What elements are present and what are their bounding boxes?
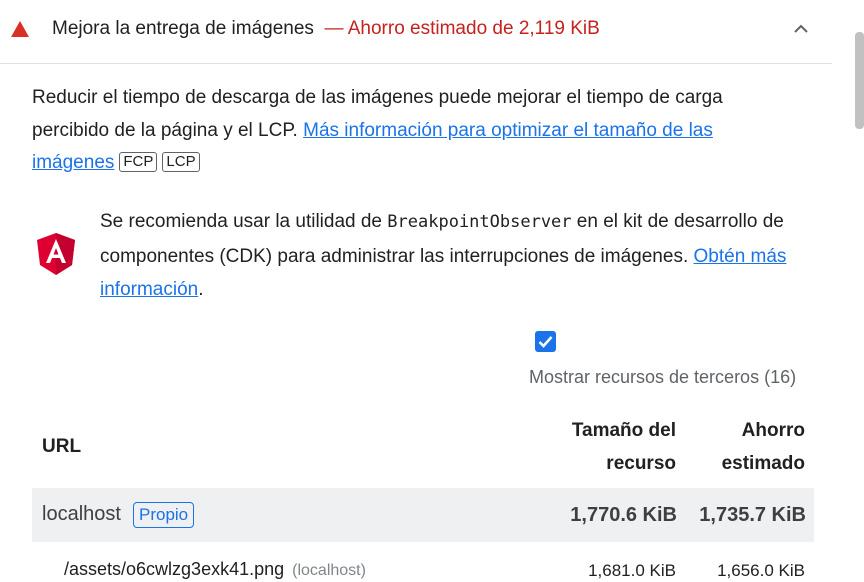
group-savings: 1,735.7 KiB [699,504,806,526]
resource-size: 1,681.0 KiB [588,561,676,580]
audit-savings: — Ahorro estimado de 2,119 KiB [324,18,600,39]
first-party-badge: Propio [133,502,195,528]
column-header-url: URL [42,436,82,457]
audit-title-text: Mejora la entrega de imágenes [52,18,314,39]
angular-icon [37,233,75,275]
metric-tag-lcp[interactable]: LCP [162,152,200,172]
resource-path[interactable]: /assets/o6cwlzg3exk41.png [64,559,284,579]
third-party-checkbox[interactable] [535,331,556,352]
column-header-savings: Ahorro estimado [690,414,805,480]
resource-url[interactable]: /assets/o6cwlzg3exk41.png (localhost) [64,559,366,580]
audit-header[interactable]: Mejora la entrega de imágenes — Ahorro e… [0,0,832,64]
size-header-line2: recurso [606,453,676,474]
checkmark-icon [538,336,553,348]
stack-text-before: Se recomienda usar la utilidad de [100,211,388,232]
savings-header-line2: estimado [721,453,805,474]
size-header-line1: Tamaño del [571,420,676,441]
warning-triangle-icon [11,21,29,37]
audit-description: Reducir el tiempo de descarga de las imá… [32,82,792,180]
chevron-up-icon[interactable] [790,20,812,38]
group-host: localhost [42,503,121,525]
scrollbar-thumb[interactable] [855,32,864,129]
code-snippet: BreakpointObserver [387,212,572,232]
entity-group-row: localhost Propio 1,770.6 KiB 1,735.7 KiB [32,488,814,542]
metric-tag-fcp[interactable]: FCP [119,152,158,172]
stack-trailing: . [198,279,204,300]
resource-savings: 1,656.0 KiB [717,561,805,580]
group-size: 1,770.6 KiB [570,504,677,526]
savings-header-line1: Ahorro [741,420,805,441]
column-header-size: Tamaño del recurso [540,414,676,480]
third-party-label[interactable]: Mostrar recursos de terceros (16) [529,367,796,388]
resource-host: (localhost) [292,562,366,579]
audit-title: Mejora la entrega de imágenes — Ahorro e… [52,18,600,40]
stack-pack-advice: Se recomienda usar la utilidad de Breakp… [100,205,820,307]
